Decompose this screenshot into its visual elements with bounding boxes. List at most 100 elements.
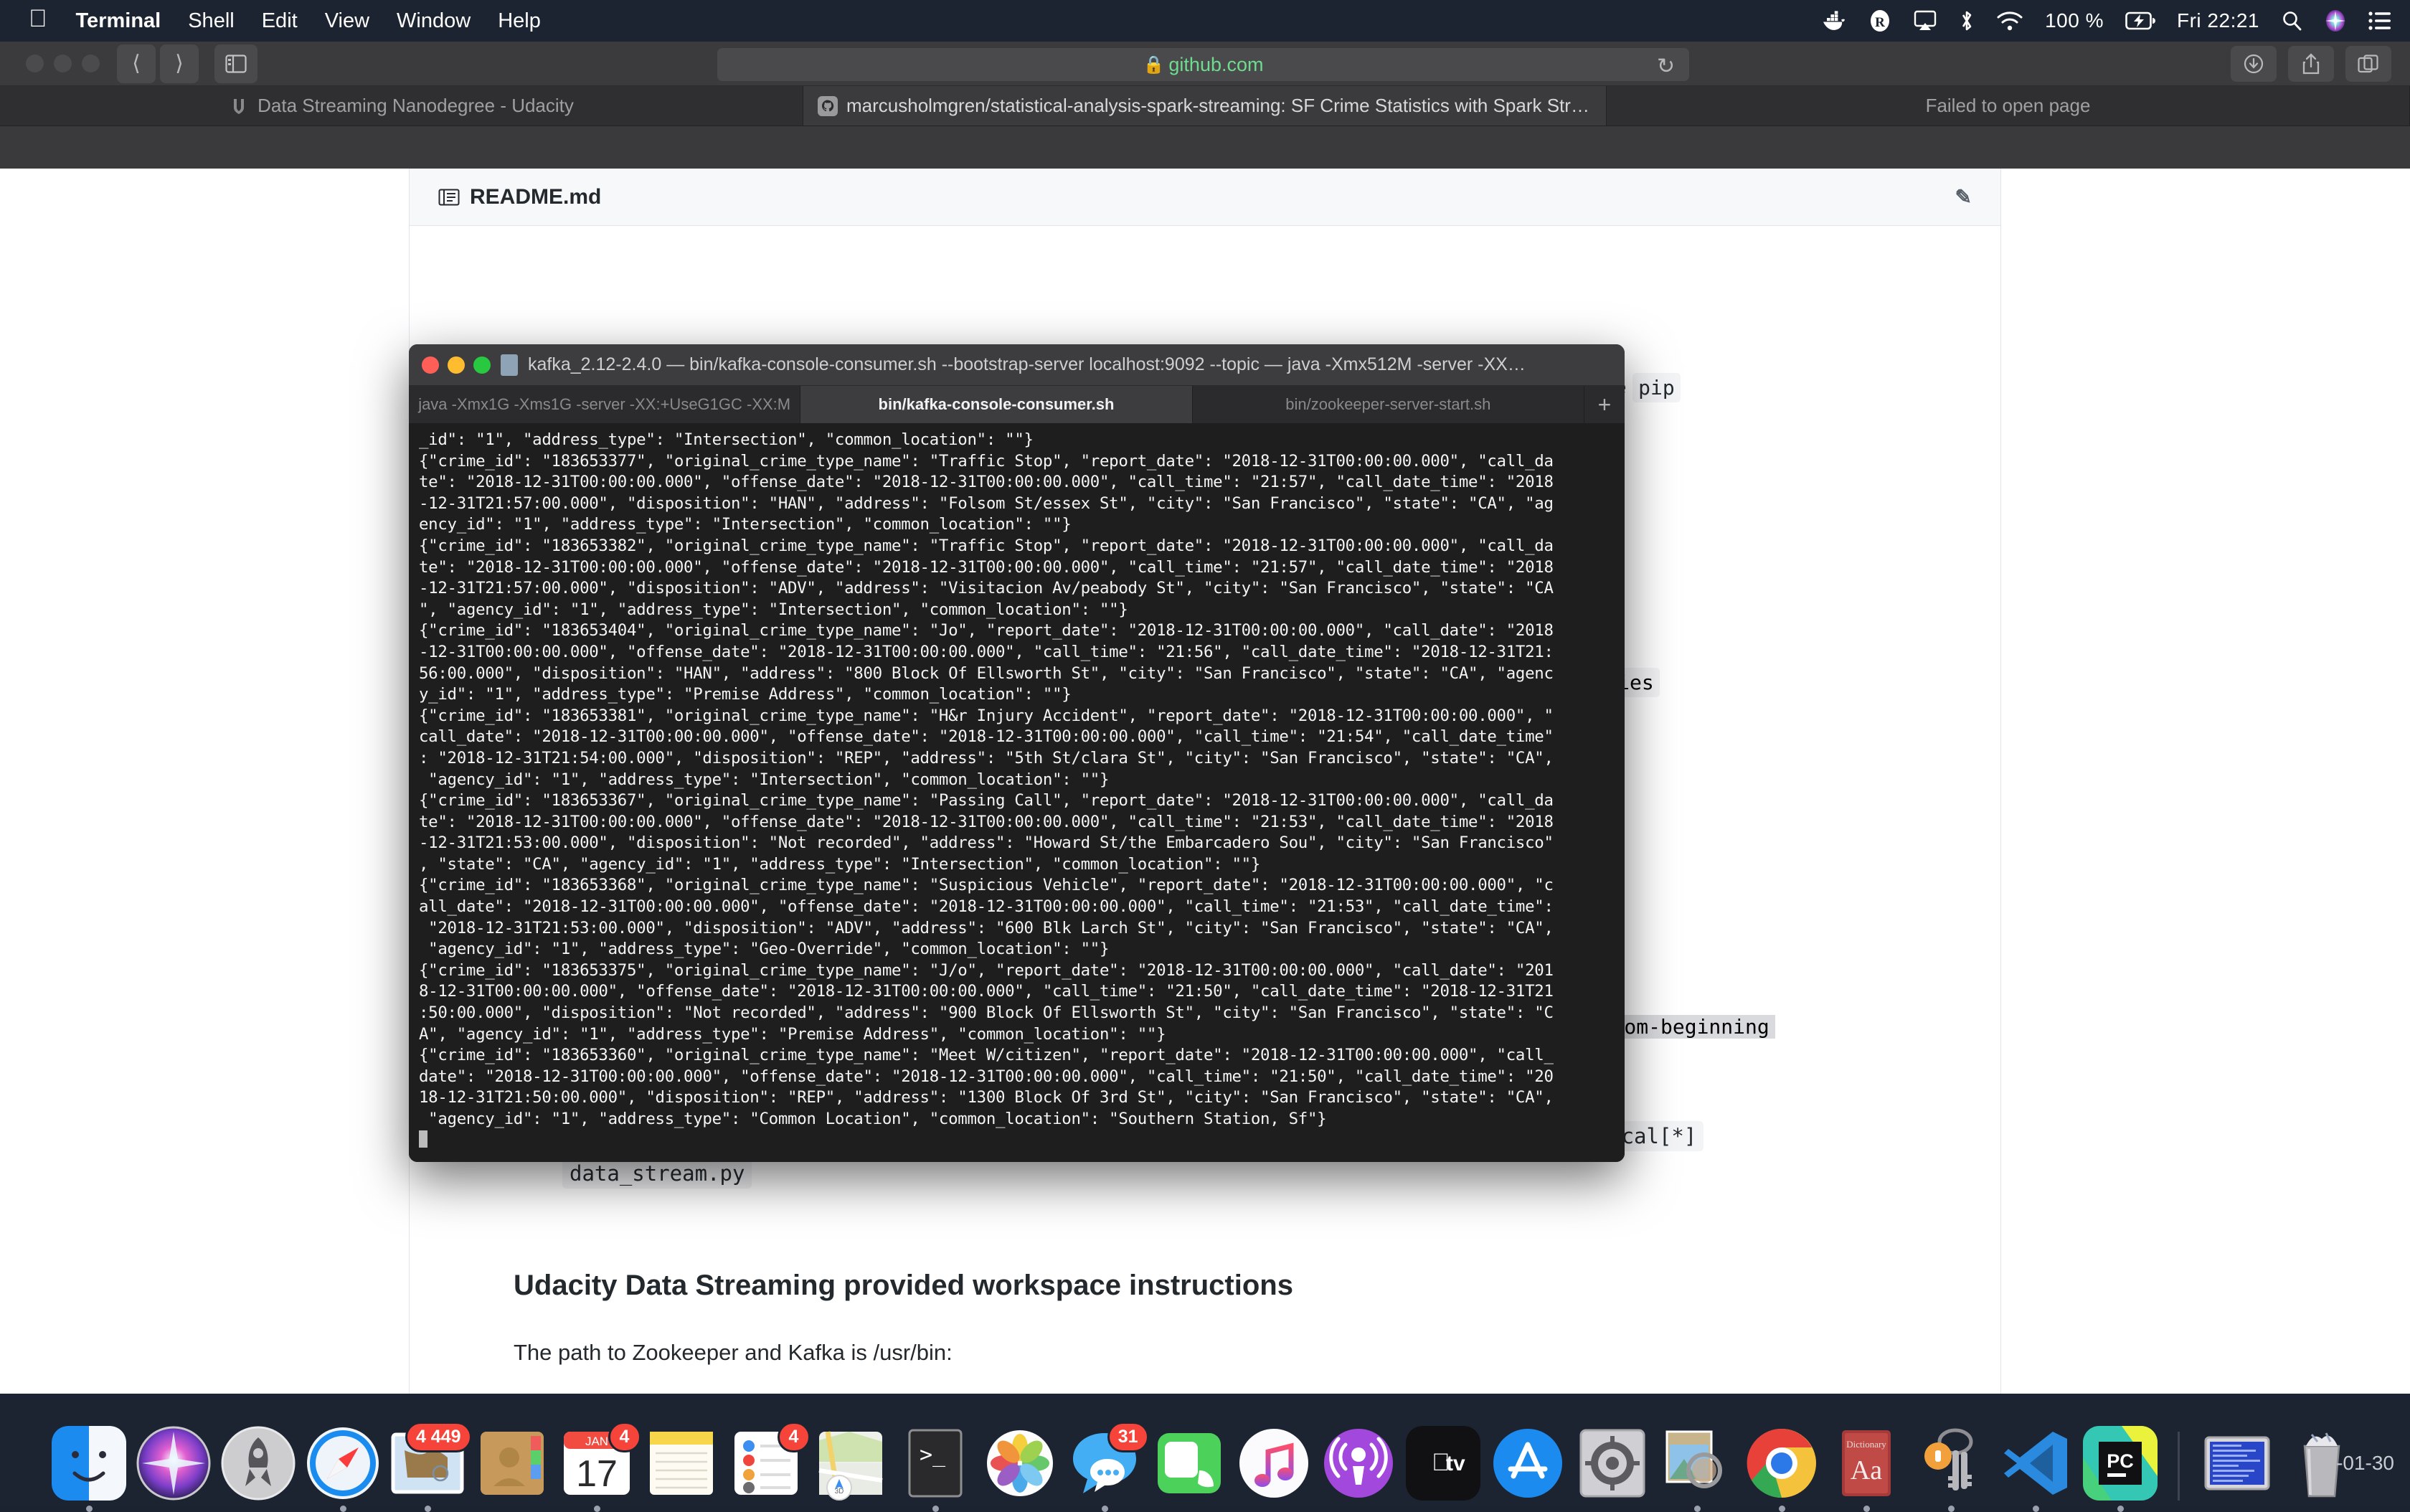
dock-item-finder[interactable] (52, 1426, 126, 1501)
dock-item-safari[interactable] (306, 1426, 380, 1501)
terminal-traffic-lights[interactable] (422, 356, 491, 374)
svg-text:Dictionary: Dictionary (1846, 1439, 1886, 1450)
appletv-icon:  tv (1406, 1426, 1480, 1501)
new-tab-icon[interactable]: + (1584, 386, 1625, 423)
pencil-icon[interactable]: ✎ (1955, 185, 1972, 209)
terminal-tab-label: bin/kafka-console-consumer.sh (879, 395, 1115, 414)
bluetooth-icon[interactable] (1959, 9, 1975, 32)
dock-item-pycharm[interactable]: PC (2083, 1426, 2158, 1501)
zoom-window-button[interactable] (82, 55, 100, 72)
address-bar[interactable]: 🔒 github.com (717, 48, 1689, 81)
sidebar-toggle-button[interactable] (214, 44, 257, 83)
browser-tab-udacity[interactable]: Data Streaming Nanodegree - Udacity (0, 86, 803, 126)
search-icon[interactable] (2281, 10, 2302, 32)
dock-item-preview[interactable] (1660, 1426, 1734, 1501)
terminal-tab-zookeeper-server-start[interactable]: bin/zookeeper-server-start.sh (1193, 386, 1584, 423)
dock-clock-fragment: -01-30 (2336, 1452, 2394, 1475)
battery-percent-label: 100 % (2045, 9, 2104, 32)
terminal-title-bar[interactable]: kafka_2.12-2.4.0 — bin/kafka-console-con… (409, 344, 1625, 386)
revolut-icon[interactable]: R (1868, 9, 1891, 32)
dock-item-contacts[interactable] (475, 1426, 549, 1501)
keychain-icon (1914, 1426, 1988, 1501)
running-indicator (932, 1506, 939, 1512)
menu-item-edit[interactable]: Edit (262, 9, 298, 33)
terminal-output-text: _id": "1", "address_type": "Intersection… (419, 430, 1554, 1128)
dock-item-minimized-window[interactable] (2200, 1426, 2274, 1501)
wifi-icon[interactable] (1996, 10, 2023, 32)
dock-item-calendar[interactable]: JAN 17 4 (559, 1426, 634, 1501)
back-button[interactable]: ⟨ (117, 44, 156, 83)
safari-toolbar: ⟨ ⟩ 🔒 github.com ↻ (0, 42, 2410, 86)
dock-item-dictionary[interactable]: Dictionary Aa (1829, 1426, 1904, 1501)
menu-item-help[interactable]: Help (498, 9, 541, 33)
browser-tab-failed[interactable]: Failed to open page (1607, 86, 2410, 126)
terminal-output[interactable]: _id": "1", "address_type": "Intersection… (409, 423, 1625, 1162)
badge-count: 31 (1107, 1422, 1149, 1452)
downloads-button[interactable] (2231, 46, 2277, 82)
notes-icon (644, 1426, 719, 1501)
dock-item-reminders[interactable]: 4 (729, 1426, 803, 1501)
control-center-icon[interactable] (2368, 11, 2391, 30)
reload-button[interactable]: ↻ (1657, 54, 1675, 79)
safari-traffic-lights[interactable] (26, 55, 100, 72)
terminal-tab-java[interactable]: java -Xmx1G -Xms1G -server -XX:+UseG1GC … (409, 386, 800, 423)
dock-item-terminal[interactable]: >_ (898, 1426, 973, 1501)
photos-icon (983, 1426, 1057, 1501)
show-all-tabs-button[interactable] (2345, 46, 2391, 82)
menu-item-view[interactable]: View (325, 9, 369, 33)
menubar-status-area: R 100 % (1823, 9, 2391, 32)
forward-button[interactable]: ⟩ (160, 44, 199, 83)
dock-item-vscode[interactable] (1998, 1426, 2073, 1501)
dock-item-photos[interactable] (983, 1426, 1057, 1501)
menu-item-shell[interactable]: Shell (188, 9, 235, 33)
terminal-window[interactable]: kafka_2.12-2.4.0 — bin/kafka-console-con… (409, 344, 1625, 1162)
airplay-icon[interactable] (1913, 10, 1937, 32)
svg-text:R: R (1875, 15, 1885, 30)
siri-icon (136, 1426, 211, 1501)
docker-icon[interactable] (1823, 10, 1847, 32)
dock-item-siri[interactable] (136, 1426, 211, 1501)
close-window-button[interactable] (422, 356, 439, 374)
calendar-day: 17 (576, 1453, 618, 1495)
podcasts-icon (1321, 1426, 1396, 1501)
menubar-clock[interactable]: Fri 22:21 (2177, 9, 2259, 32)
menu-item-window[interactable]: Window (397, 9, 471, 33)
badge-count: 4 (608, 1422, 641, 1452)
running-indicator (1102, 1506, 1108, 1512)
terminal-icon: >_ (898, 1426, 973, 1501)
close-window-button[interactable] (26, 55, 44, 72)
dock-item-chrome[interactable] (1744, 1426, 1819, 1501)
dock-item-system-preferences[interactable] (1575, 1426, 1650, 1501)
dock-item-appstore[interactable] (1490, 1426, 1565, 1501)
dock-item-keychain-access[interactable] (1914, 1426, 1988, 1501)
minimize-window-button[interactable] (448, 356, 465, 374)
battery-charging-icon[interactable] (2125, 11, 2155, 30)
running-indicator (2117, 1506, 2124, 1512)
dock-item-facetime[interactable] (1152, 1426, 1227, 1501)
share-button[interactable] (2288, 46, 2334, 82)
readme-body: n conda, then use pip roperties report -… (410, 226, 2000, 283)
minimize-window-button[interactable] (54, 55, 72, 72)
terminal-tab-bar: java -Xmx1G -Xms1G -server -XX:+UseG1GC … (409, 386, 1625, 423)
dock-item-maps[interactable]: 3D (813, 1426, 888, 1501)
dock-items: 4 449 JAN 17 (52, 1426, 2359, 1501)
chrome-icon (1744, 1426, 1819, 1501)
dock-item-notes[interactable] (644, 1426, 719, 1501)
running-indicator (340, 1506, 346, 1512)
readme-title: README.md (470, 185, 601, 209)
dictionary-icon: Dictionary Aa (1829, 1426, 1904, 1501)
browser-tab-github[interactable]: marcusholmgren/statistical-analysis-spar… (803, 86, 1607, 126)
section-intro: The path to Zookeeper and Kafka is /usr/… (514, 1335, 1912, 1371)
browser-tab-label: Failed to open page (1926, 95, 2091, 117)
dock-item-mail[interactable]: 4 449 (390, 1426, 465, 1501)
terminal-tab-kafka-console-consumer[interactable]: bin/kafka-console-consumer.sh (800, 386, 1192, 423)
menu-item-terminal[interactable]: Terminal (76, 9, 161, 33)
dock-item-podcasts[interactable] (1321, 1426, 1396, 1501)
dock-item-appletv[interactable]:  tv (1406, 1426, 1480, 1501)
dock-item-launchpad[interactable] (221, 1426, 296, 1501)
apple-logo-icon[interactable]:  (29, 6, 47, 31)
zoom-window-button[interactable] (473, 356, 491, 374)
dock-item-music[interactable] (1237, 1426, 1311, 1501)
dock-item-messages[interactable]: 31 (1067, 1426, 1142, 1501)
siri-icon[interactable] (2324, 9, 2347, 32)
